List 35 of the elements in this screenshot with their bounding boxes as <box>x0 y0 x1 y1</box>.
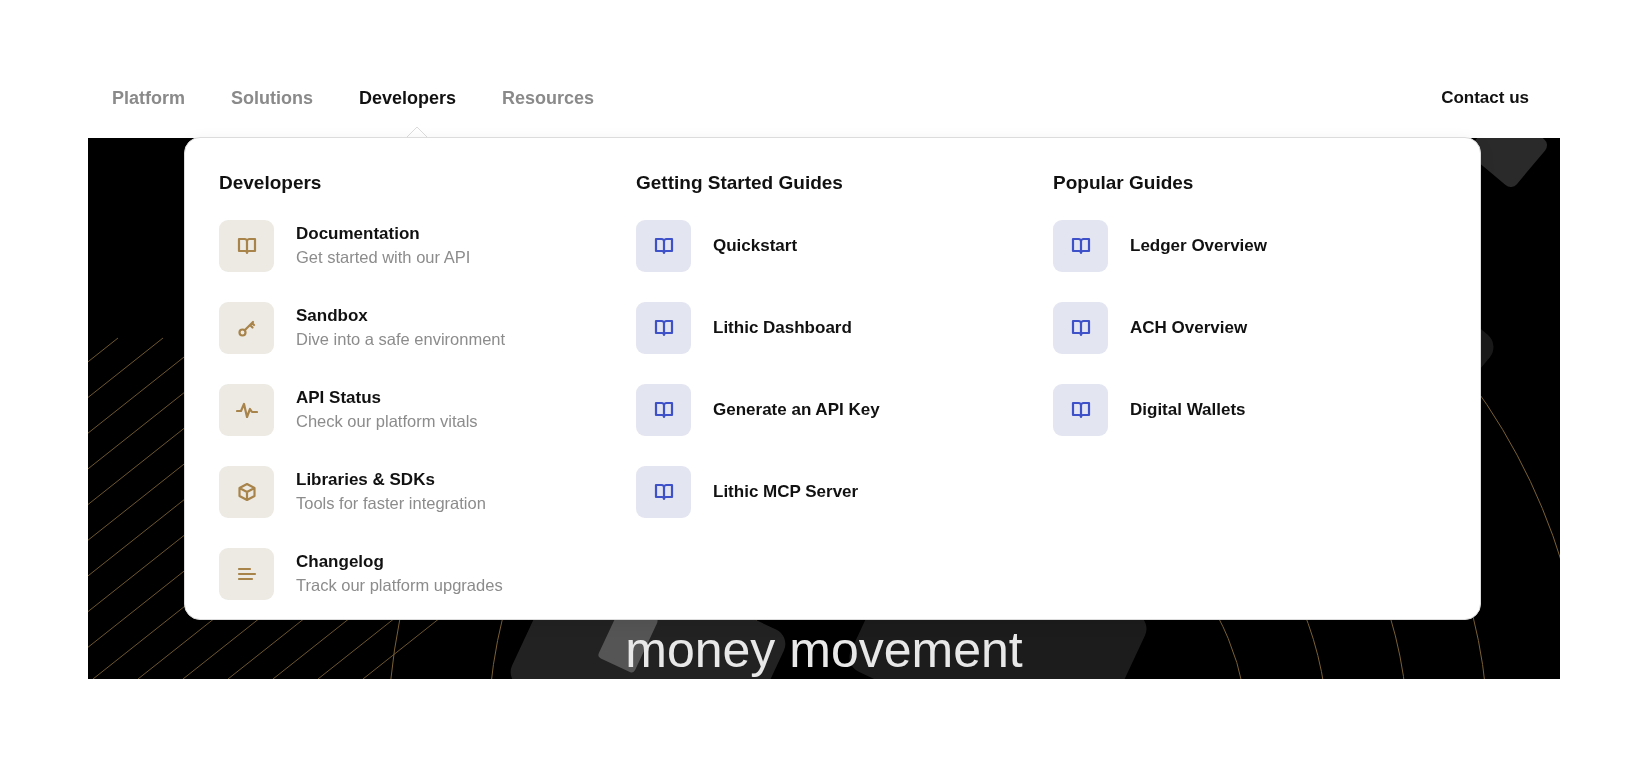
menu-item[interactable]: Lithic MCP Server <box>636 464 1053 519</box>
item-title: Changelog <box>296 552 385 572</box>
menu-item[interactable]: Digital Wallets <box>1053 382 1446 437</box>
menu-item[interactable]: API Status Check our platform vitals <box>219 382 636 437</box>
item-description: Check our platform vitals <box>296 412 478 431</box>
item-title: Documentation <box>296 224 421 244</box>
menu-item[interactable]: Libraries & SDKs Tools for faster integration <box>219 464 636 519</box>
item-description: Dive into a safe environment <box>296 330 506 349</box>
column-heading: Developers <box>219 172 323 195</box>
column-heading: Popular Guides <box>1053 172 1195 195</box>
menu-item[interactable]: Lithic Dashboard <box>636 300 1053 355</box>
item-title: Generate an API Key <box>713 399 880 420</box>
menu-item[interactable]: Changelog Track our platform upgrades <box>219 546 636 601</box>
item-title: Ledger Overview <box>1130 235 1267 256</box>
column-heading: Getting Started Guides <box>636 172 844 195</box>
item-title: Libraries & SDKs <box>296 470 436 490</box>
item-title: API Status <box>296 388 383 408</box>
nav-link[interactable]: Developers <box>359 87 457 109</box>
item-title: Digital Wallets <box>1130 399 1246 420</box>
item-title: Sandbox <box>296 306 369 326</box>
item-title: ACH Overview <box>1130 317 1248 338</box>
contact-link[interactable]: Contact us <box>1441 88 1529 108</box>
menu-item[interactable]: Documentation Get started with our API <box>219 218 636 273</box>
item-description: Tools for faster integration <box>296 494 486 513</box>
item-title: Lithic Dashboard <box>713 317 852 338</box>
hero-heading: money movement <box>625 621 1023 679</box>
menu-item[interactable]: ACH Overview <box>1053 300 1446 355</box>
item-title: Lithic MCP Server <box>713 481 859 502</box>
menu-item[interactable]: Generate an API Key <box>636 382 1053 437</box>
item-title: Quickstart <box>713 235 798 256</box>
menu-item[interactable]: Quickstart <box>636 218 1053 273</box>
item-description: Get started with our API <box>296 248 471 267</box>
menu-item[interactable]: Sandbox Dive into a safe environment <box>219 300 636 355</box>
item-description: Track our platform upgrades <box>296 576 503 595</box>
menu-item[interactable]: Ledger Overview <box>1053 218 1446 273</box>
